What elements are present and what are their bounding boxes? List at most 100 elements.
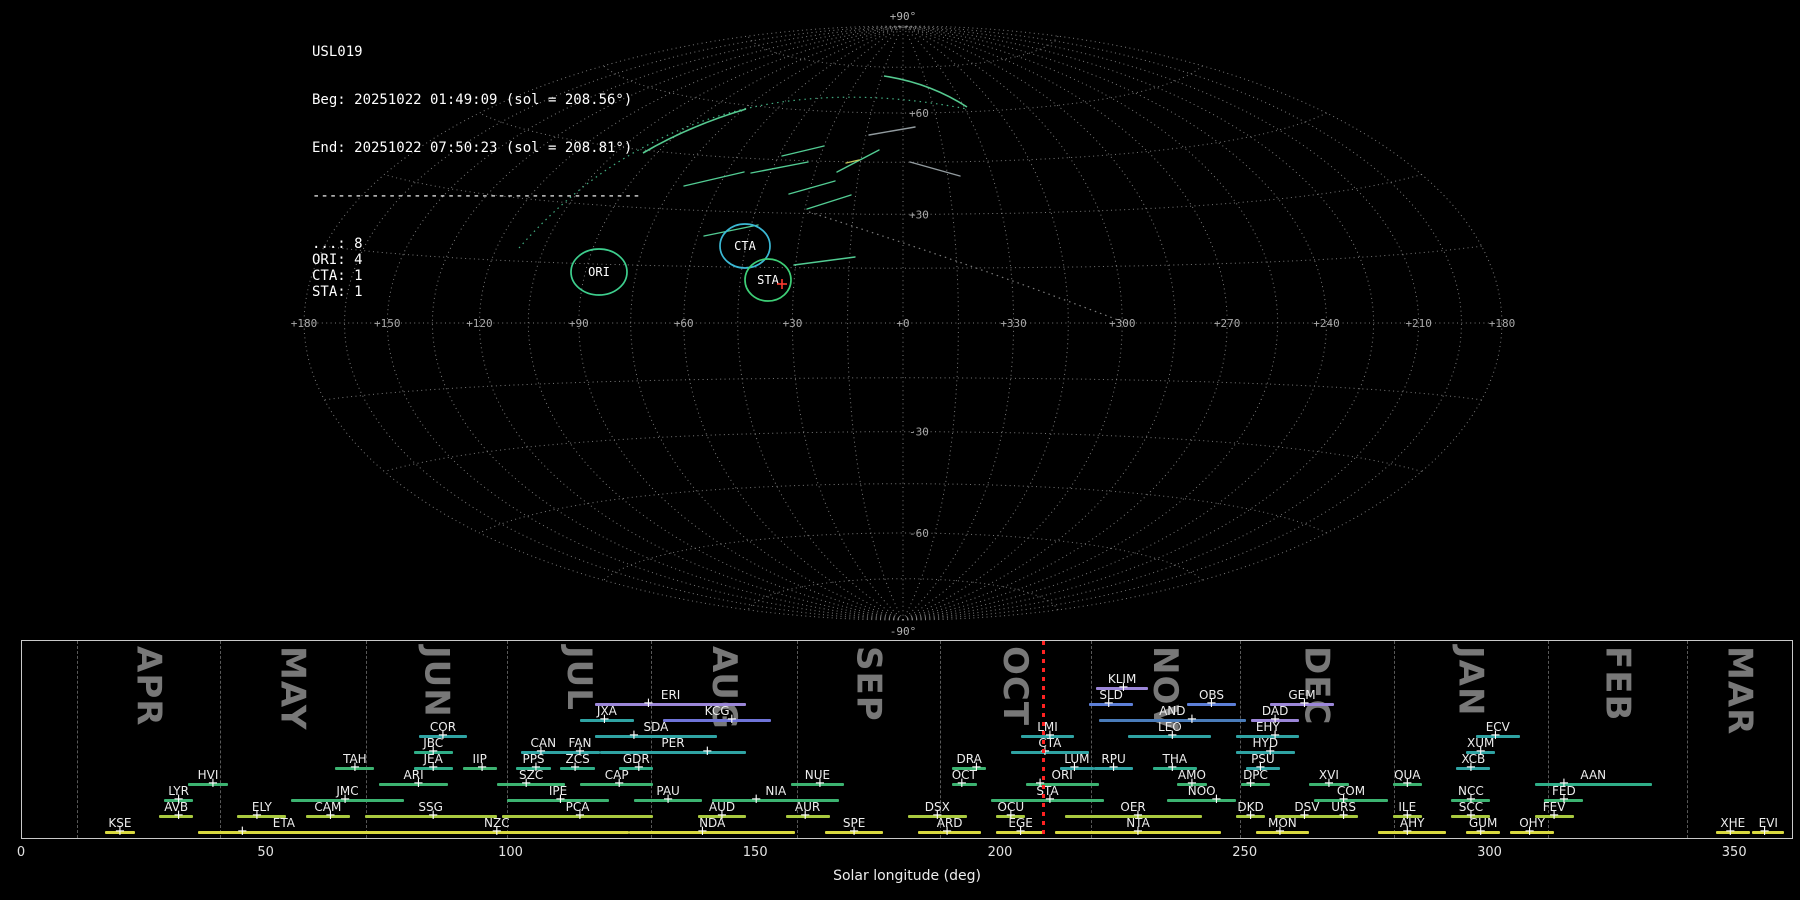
meteor-streak [836, 149, 880, 173]
month-label: OCT [995, 646, 1036, 727]
lon-label: +240 [1313, 317, 1340, 330]
count-line: STA: 1 [312, 284, 363, 300]
x-tick-label: 100 [498, 845, 523, 860]
shower-bar [1167, 799, 1236, 802]
shower-code-label: ERI [660, 688, 681, 702]
count-line: ORI: 4 [312, 252, 363, 268]
lon-label: +180 [1489, 317, 1516, 330]
peak-marker: + [491, 823, 503, 839]
bright-arc [642, 108, 747, 154]
peak-marker: + [427, 807, 439, 823]
month-gridline [1393, 641, 1395, 838]
x-axis-title: Solar longitude (deg) [833, 868, 981, 884]
radiant-label: CTA [734, 239, 756, 253]
grid-meridian [902, 25, 1420, 621]
x-tick-label: 50 [257, 845, 274, 860]
grid-parallel [603, 65, 1203, 114]
peak-marker: + [207, 775, 219, 791]
current-sol-line [1042, 641, 1046, 838]
month-gridline [365, 641, 367, 838]
peak-marker: + [643, 695, 654, 711]
meteor-streak [781, 145, 825, 157]
peak-marker: + [799, 807, 811, 823]
month-label: JUN [416, 646, 457, 718]
peak-marker: + [173, 807, 185, 823]
peak-marker: + [1166, 727, 1178, 743]
peak-marker: + [726, 711, 738, 727]
peak-marker: + [628, 727, 640, 743]
meteor-streak [806, 194, 852, 210]
month-label: SEP [848, 646, 889, 722]
lon-label: +270 [1214, 317, 1241, 330]
peak-marker: + [554, 791, 566, 807]
lon-label: +180 [291, 317, 318, 330]
peak-marker: + [1401, 823, 1413, 839]
peak-marker: + [1015, 823, 1027, 839]
peak-marker: + [1274, 823, 1286, 839]
meteor-streak [793, 256, 856, 266]
radiant-label: STA [757, 273, 779, 287]
peak-marker: + [750, 791, 762, 807]
month-label: JUL [558, 646, 599, 711]
lat-label: +30 [909, 208, 929, 221]
grid-parallel [479, 483, 1327, 534]
peak-marker: + [114, 823, 126, 839]
peak-marker: + [696, 823, 708, 839]
x-tick-label: 250 [1232, 845, 1258, 860]
count-line: CTA: 1 [312, 268, 363, 284]
peak-marker: + [1759, 823, 1771, 839]
peak-marker: + [1323, 775, 1335, 791]
shower-activity-timeline: APR MAY JUN JUL AUG SEP OCT NOV DEC JAN FEB MAR KLIM… [21, 640, 1793, 839]
month-label: DEC [1296, 646, 1337, 726]
meteor-streak [750, 161, 809, 174]
month-label: APR [128, 646, 169, 727]
month-label: FEB [1597, 646, 1638, 722]
begin-time-line: Beg: 20251022 01:49:09 (sol = 208.56°) [312, 92, 633, 108]
meteor-streak [909, 161, 961, 177]
month-gridline [219, 641, 221, 838]
shower-bar [599, 751, 747, 754]
peak-marker: + [569, 759, 581, 775]
shower-code-label: ETA [272, 816, 295, 830]
peak-marker: + [1475, 823, 1487, 839]
peak-marker: + [1132, 823, 1144, 839]
peak-marker: + [520, 775, 532, 791]
lon-label: +90 [569, 317, 589, 330]
peak-marker: + [251, 807, 263, 823]
x-tick-label: 0 [16, 845, 26, 860]
peak-marker: + [324, 807, 336, 823]
peak-marker: + [941, 823, 953, 839]
month-gridline [1090, 641, 1092, 838]
peak-marker: + [613, 775, 625, 791]
peak-marker: + [574, 807, 586, 823]
peak-marker: + [1724, 823, 1736, 839]
peak-marker: + [1524, 823, 1536, 839]
month-gridline [507, 641, 509, 838]
shower-code-label: AND [1159, 704, 1186, 718]
x-axis-ticks: 0 50 100 150 200 250 300 350 [17, 845, 1793, 863]
x-tick-label: 300 [1477, 845, 1502, 860]
observation-summary: USL019 Beg: 20251022 01:49:09 (sol = 208… [312, 12, 641, 316]
south-pole-label: -90° [890, 625, 917, 638]
month-gridline [1687, 641, 1689, 838]
month-label: JAN [1450, 646, 1491, 717]
peak-marker: + [814, 775, 826, 791]
north-pole-label: +90° [890, 10, 917, 23]
peak-marker: + [1299, 695, 1310, 711]
grid-parallel [324, 377, 1482, 401]
peak-marker: + [349, 759, 361, 775]
shower-code-label: ORI [1051, 768, 1073, 782]
peak-marker: + [413, 775, 424, 791]
peak-marker: + [1103, 695, 1115, 711]
peak-marker: + [476, 759, 488, 775]
sky-map: +180 +150 +120 +90 +60 +30 +0 +330 +300 +270 +240 +… [291, 10, 1516, 638]
peak-marker: + [662, 791, 674, 807]
peak-marker: + [427, 759, 439, 775]
x-tick-label: 200 [987, 845, 1013, 860]
peak-marker: + [1245, 775, 1257, 791]
month-gridline [76, 641, 78, 838]
lon-label: +210 [1405, 317, 1432, 330]
peak-marker: + [1044, 791, 1056, 807]
separator-line: --------------------------------------- [312, 188, 641, 204]
shower-counts: ...: 8 ORI: 4 CTA: 1 STA: 1 [312, 236, 641, 300]
